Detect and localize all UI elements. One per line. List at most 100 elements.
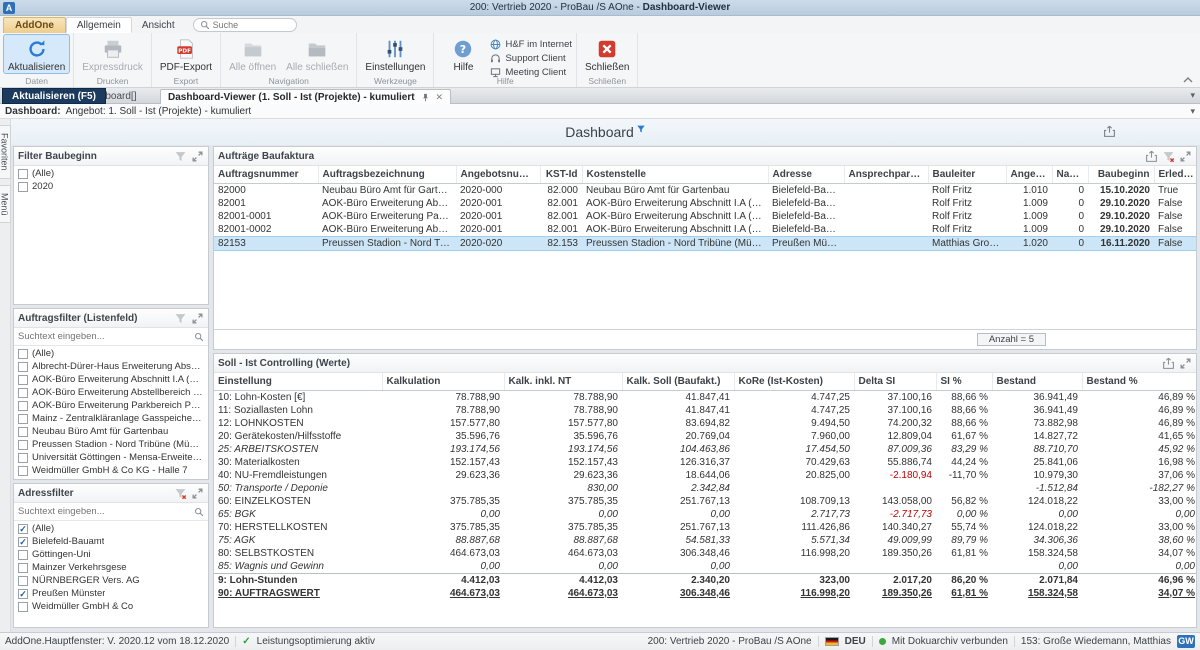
orders-column-header[interactable]: Auftragsbezeichnung bbox=[318, 166, 456, 183]
controlling-row[interactable]: 50: Transporte / Deponie830,002.342,84-1… bbox=[214, 482, 1196, 495]
adresse-filter-item[interactable]: ✓Preußen Münster bbox=[14, 587, 208, 600]
side-tab-menu[interactable]: Menü bbox=[0, 185, 11, 224]
adresse-filter-item[interactable]: Weidmüller GmbH & Co bbox=[14, 600, 208, 613]
baubeginn-filter-item[interactable]: (Alle) bbox=[14, 167, 208, 180]
checkbox[interactable] bbox=[18, 388, 28, 398]
checkbox[interactable] bbox=[18, 349, 28, 359]
checkbox[interactable] bbox=[18, 427, 28, 437]
orders-column-header[interactable]: Auftragsnummer bbox=[214, 166, 318, 183]
auftragsfilter-search-input[interactable] bbox=[18, 331, 191, 342]
orders-row[interactable]: 82000Neubau Büro Amt für Gartenbau2020-0… bbox=[214, 183, 1196, 197]
auftrag-filter-item[interactable]: Mainz - Zentralkläranlage Gasspeicherkap… bbox=[14, 412, 208, 425]
user-avatar[interactable]: GW bbox=[1177, 635, 1195, 648]
filter-active-icon[interactable] bbox=[1162, 150, 1175, 163]
orders-column-header[interactable]: Angebot-Id bbox=[1006, 166, 1052, 183]
orders-row[interactable]: 82001AOK-Büro Erweiterung Abschnitt I.A … bbox=[214, 197, 1196, 210]
orders-row[interactable]: 82001-0002AOK-Büro Erweiterung Abstellbe… bbox=[214, 223, 1196, 237]
auftragsfilter-search[interactable] bbox=[14, 328, 208, 346]
adresse-filter-item[interactable]: Mainzer Verkehrsgese bbox=[14, 561, 208, 574]
alle-schliessen-button[interactable]: Alle schließen bbox=[282, 35, 352, 73]
expressdruck-button[interactable]: Expressdruck bbox=[78, 35, 147, 73]
checkbox[interactable] bbox=[18, 563, 28, 573]
dashboard-filter-icon[interactable] bbox=[636, 124, 646, 134]
auftrag-filter-item[interactable]: Universität Göttingen - Mensa-Erweiterun… bbox=[14, 451, 208, 464]
orders-column-header[interactable]: Angebotsnummer bbox=[456, 166, 540, 183]
checkbox[interactable] bbox=[18, 550, 28, 560]
controlling-row[interactable]: 12: LOHNKOSTEN157.577,80157.577,8083.694… bbox=[214, 417, 1196, 430]
dashboard-selector[interactable]: Dashboard: Angebot: 1. Soll - Ist (Proje… bbox=[0, 104, 1200, 119]
schliessen-button[interactable]: Schließen bbox=[581, 35, 633, 73]
controlling-column-header[interactable]: SI % bbox=[936, 373, 992, 390]
auftrag-filter-item[interactable]: AOK-Büro Erweiterung Abschnitt I.A (Biel… bbox=[14, 373, 208, 386]
controlling-row[interactable]: 30: Materialkosten152.157,43152.157,4312… bbox=[214, 456, 1196, 469]
status-language[interactable]: DEU bbox=[845, 636, 866, 647]
orders-row[interactable]: 82153Preussen Stadion - Nord Tribüne (Mü… bbox=[214, 236, 1196, 250]
checkbox[interactable] bbox=[18, 576, 28, 586]
controlling-row[interactable]: 25: ARBEITSKOSTEN193.174,56193.174,56104… bbox=[214, 443, 1196, 456]
adresse-filter-item[interactable]: ✓Bielefeld-Bauamt bbox=[14, 535, 208, 548]
einstellungen-button[interactable]: Einstellungen bbox=[361, 35, 429, 73]
controlling-column-header[interactable]: Bestand bbox=[992, 373, 1082, 390]
checkbox[interactable] bbox=[18, 362, 28, 372]
baubeginn-filter-item[interactable]: 2020 bbox=[14, 180, 208, 193]
orders-column-header[interactable]: Ansprechpartner bbox=[844, 166, 928, 183]
controlling-row[interactable]: 90: AUFTRAGSWERT464.673,03464.673,03306.… bbox=[214, 587, 1196, 600]
expand-icon[interactable] bbox=[191, 487, 204, 500]
ribbon-search[interactable] bbox=[193, 18, 297, 32]
adressfilter-search-input[interactable] bbox=[18, 506, 191, 517]
pin-icon[interactable] bbox=[421, 93, 430, 102]
controlling-row[interactable]: 9: Lohn-Stunden4.412,034.412,032.340,203… bbox=[214, 573, 1196, 587]
checkbox[interactable] bbox=[18, 414, 28, 424]
auftrag-filter-item[interactable]: AOK-Büro Erweiterung Parkbereich PKW bbox=[14, 399, 208, 412]
orders-column-header[interactable]: Nachtr... bbox=[1052, 166, 1088, 183]
adresse-filter-item[interactable]: ✓(Alle) bbox=[14, 522, 208, 535]
aktualisieren-button[interactable]: Aktualisieren bbox=[4, 35, 69, 73]
expand-icon[interactable] bbox=[191, 312, 204, 325]
addone-file-tab[interactable]: AddOne bbox=[3, 17, 66, 33]
dashboard-export-icon[interactable] bbox=[1103, 125, 1116, 138]
controlling-row[interactable]: 80: SELBSTKOSTEN464.673,03464.673,03306.… bbox=[214, 547, 1196, 560]
controlling-column-header[interactable]: Delta SI bbox=[854, 373, 936, 390]
controlling-row[interactable]: 75: AGK88.887,6888.887,6854.581,335.571,… bbox=[214, 534, 1196, 547]
checkbox[interactable]: ✓ bbox=[18, 537, 28, 547]
expand-icon[interactable] bbox=[191, 150, 204, 163]
checkbox[interactable] bbox=[18, 375, 28, 385]
tab-close-icon[interactable]: ✕ bbox=[436, 92, 444, 103]
controlling-row[interactable]: 65: BGK0,000,000,002.717,73-2.717,730,00… bbox=[214, 508, 1196, 521]
side-tab-favoriten[interactable]: Favoriten bbox=[0, 125, 11, 179]
hilfe-button[interactable]: ? Hilfe bbox=[438, 35, 488, 73]
orders-column-header[interactable]: Baubeginn bbox=[1088, 166, 1154, 183]
ribbon-collapse-icon[interactable] bbox=[1182, 75, 1194, 85]
controlling-row[interactable]: 70: HERSTELLKOSTEN375.785,35375.785,3525… bbox=[214, 521, 1196, 534]
controlling-row[interactable]: 20: Gerätekosten/Hilfsstoffe35.596,7635.… bbox=[214, 430, 1196, 443]
auftrag-filter-item[interactable]: AOK-Büro Erweiterung Abstellbereich (E-B… bbox=[14, 386, 208, 399]
orders-column-header[interactable]: KST-Id bbox=[540, 166, 582, 183]
tab-list-chevron-down-icon[interactable]: ▾ bbox=[1190, 90, 1195, 101]
export-icon[interactable] bbox=[1162, 357, 1175, 370]
expand-icon[interactable] bbox=[1179, 150, 1192, 163]
support-client-button[interactable]: Support Client bbox=[490, 52, 572, 65]
alle-oeffnen-button[interactable]: Alle öffnen bbox=[225, 35, 280, 73]
controlling-column-header[interactable]: Bestand % bbox=[1082, 373, 1196, 390]
adresse-filter-item[interactable]: Göttingen-Uni bbox=[14, 548, 208, 561]
adresse-filter-item[interactable]: NÜRNBERGER Vers. AG bbox=[14, 574, 208, 587]
filter-icon[interactable] bbox=[174, 150, 187, 163]
checkbox[interactable] bbox=[18, 602, 28, 612]
checkbox[interactable] bbox=[18, 182, 28, 192]
checkbox[interactable]: ✓ bbox=[18, 524, 28, 534]
auftrag-filter-item[interactable]: Preussen Stadion - Nord Tribüne (Münster… bbox=[14, 438, 208, 451]
orders-column-header[interactable]: Erledigt bbox=[1154, 166, 1196, 183]
controlling-row[interactable]: 10: Lohn-Kosten [€]78.788,9078.788,9041.… bbox=[214, 390, 1196, 404]
filter-icon[interactable] bbox=[174, 312, 187, 325]
controlling-column-header[interactable]: KoRe (Ist-Kosten) bbox=[734, 373, 854, 390]
tab-allgemein[interactable]: Allgemein bbox=[66, 17, 132, 33]
auftrag-filter-item[interactable]: Albrecht-Dürer-Haus Erweiterung Abschnit… bbox=[14, 360, 208, 373]
checkbox[interactable] bbox=[18, 466, 28, 476]
auftrag-filter-item[interactable]: (Alle) bbox=[14, 347, 208, 360]
controlling-row[interactable]: 11: Soziallasten Lohn78.788,9078.788,904… bbox=[214, 404, 1196, 417]
controlling-column-header[interactable]: Kalk. Soll (Baufakt.) bbox=[622, 373, 734, 390]
controlling-row[interactable]: 85: Wagnis und Gewinn0,000,000,000,000,0… bbox=[214, 560, 1196, 574]
adressfilter-search[interactable] bbox=[14, 503, 208, 521]
orders-row[interactable]: 82001-0001AOK-Büro Erweiterung Parkberei… bbox=[214, 210, 1196, 223]
expand-icon[interactable] bbox=[1179, 357, 1192, 370]
